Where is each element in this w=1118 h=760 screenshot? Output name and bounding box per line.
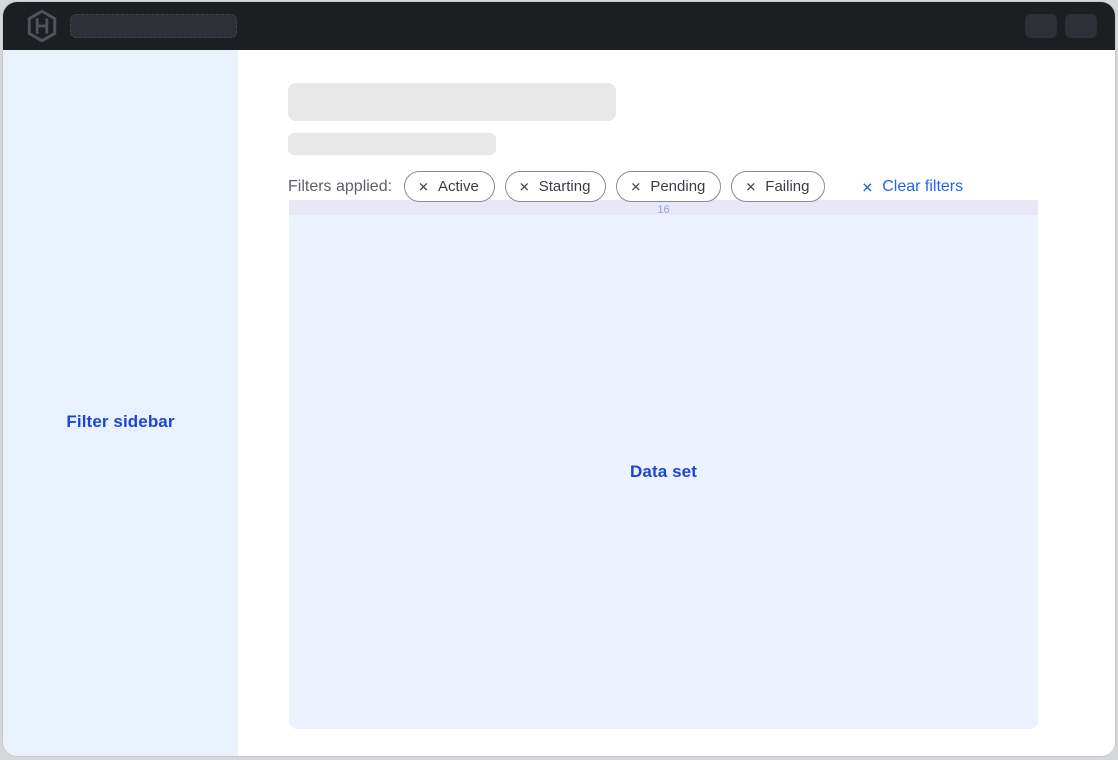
filter-chip-label: Starting: [539, 178, 591, 195]
filters-applied-row: Filters applied: ✕ Active ✕ Starting ✕ P…: [288, 171, 963, 202]
dismiss-icon: ✕: [418, 181, 429, 194]
hashicorp-logo-icon: [24, 8, 60, 44]
filter-sidebar: Filter sidebar: [3, 50, 238, 756]
filter-sidebar-label: Filter sidebar: [3, 412, 238, 432]
spacing-annotation-value: 16: [657, 204, 669, 216]
clear-filters-label: Clear filters: [882, 178, 963, 196]
page-subtitle-placeholder: [288, 133, 496, 155]
filter-chip-label: Failing: [765, 178, 809, 195]
dismiss-icon: ✕: [745, 181, 756, 194]
clear-filters-icon: ✕: [861, 180, 873, 194]
filter-chip-label: Pending: [650, 178, 705, 195]
filters-applied-label: Filters applied:: [288, 178, 392, 196]
nav-actions: [1025, 14, 1097, 38]
nav-search-placeholder[interactable]: [70, 14, 237, 38]
spacing-annotation-bar: 16: [289, 200, 1038, 215]
dismiss-icon: ✕: [519, 181, 530, 194]
data-set-label: Data set: [630, 462, 697, 482]
data-set-region: Data set: [289, 215, 1038, 729]
filter-chip-starting[interactable]: ✕ Starting: [505, 171, 607, 202]
dismiss-icon: ✕: [630, 181, 641, 194]
nav-action-placeholder-1[interactable]: [1025, 14, 1057, 38]
filter-chip-label: Active: [438, 178, 479, 195]
page-title-placeholder: [288, 83, 616, 121]
app-window: Filter sidebar Filters applied: ✕ Active…: [3, 2, 1115, 756]
clear-filters-button[interactable]: ✕ Clear filters: [861, 178, 963, 196]
filter-chip-failing[interactable]: Failing ✕ Failing: [731, 171, 825, 202]
top-nav-bar: [3, 2, 1115, 50]
nav-action-placeholder-2[interactable]: [1065, 14, 1097, 38]
filter-chip-pending[interactable]: ✕ Pending: [616, 171, 721, 202]
filter-chip-active[interactable]: ✕ Active: [404, 171, 495, 202]
